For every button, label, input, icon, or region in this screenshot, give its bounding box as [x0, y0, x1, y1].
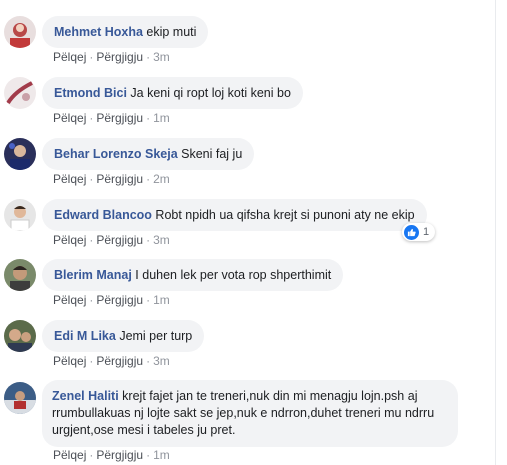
comment-timestamp[interactable]: 3m — [153, 50, 170, 64]
like-link[interactable]: Pëlqej — [53, 448, 86, 462]
comment-actions: Pëlqej · Përgjigju · 1m — [53, 448, 170, 462]
reply-link[interactable]: Përgjigju — [96, 50, 143, 64]
comment-actions: Pëlqej · Përgjigju · 3m — [53, 354, 170, 368]
comment-text: ekip muti — [146, 25, 197, 39]
like-link[interactable]: Pëlqej — [53, 50, 86, 64]
comment-author[interactable]: Zenel Haliti — [52, 389, 119, 403]
like-link[interactable]: Pëlqej — [53, 293, 86, 307]
comment-author[interactable]: Etmond Bici — [54, 86, 127, 100]
comment-bubble: Blerim Manaj I duhen lek per vota rop sh… — [42, 259, 344, 291]
scrollbar[interactable] — [495, 0, 507, 465]
separator: · — [146, 233, 151, 247]
avatar[interactable] — [4, 382, 36, 414]
thumbs-up-icon — [404, 224, 419, 240]
reply-link[interactable]: Përgjigju — [96, 233, 143, 247]
comment-author[interactable]: Blerim Manaj — [54, 268, 132, 282]
comment-bubble: Etmond Bici Ja keni qi ropt loj koti ken… — [42, 77, 303, 109]
comment-actions: Pëlqej · Përgjigju · 3m — [53, 233, 170, 247]
comment-actions: Pëlqej · Përgjigju · 1m — [53, 111, 170, 125]
comment-text: Ja keni qi ropt loj koti keni bo — [130, 86, 291, 100]
avatar[interactable] — [4, 320, 36, 352]
like-link[interactable]: Pëlqej — [53, 172, 86, 186]
comment-bubble: Edi M Lika Jemi per turp — [42, 320, 205, 352]
separator: · — [89, 111, 94, 125]
comment-timestamp[interactable]: 3m — [153, 233, 170, 247]
separator: · — [89, 448, 94, 462]
separator: · — [146, 50, 151, 64]
separator: · — [89, 293, 94, 307]
separator: · — [146, 448, 151, 462]
comment-text: I duhen lek per vota rop shperthimit — [135, 268, 332, 282]
reply-link[interactable]: Përgjigju — [96, 111, 143, 125]
comment-timestamp[interactable]: 2m — [153, 172, 170, 186]
comment-actions: Pëlqej · Përgjigju · 3m — [53, 50, 170, 64]
like-link[interactable]: Pëlqej — [53, 354, 86, 368]
avatar[interactable] — [4, 138, 36, 170]
reply-link[interactable]: Përgjigju — [96, 172, 143, 186]
scrollbar-thumb[interactable] — [499, 0, 505, 465]
comment-actions: Pëlqej · Përgjigju · 2m — [53, 172, 170, 186]
separator: · — [146, 172, 151, 186]
comment-author[interactable]: Behar Lorenzo Skeja — [54, 147, 178, 161]
comment-actions: Pëlqej · Përgjigju · 1m — [53, 293, 170, 307]
comment-timestamp[interactable]: 1m — [153, 293, 170, 307]
comment-author[interactable]: Mehmet Hoxha — [54, 25, 143, 39]
reaction-number: 1 — [423, 226, 430, 238]
avatar[interactable] — [4, 199, 36, 231]
reaction-count[interactable]: 1 — [402, 223, 436, 241]
separator: · — [89, 50, 94, 64]
comment-timestamp[interactable]: 3m — [153, 354, 170, 368]
separator: · — [89, 233, 94, 247]
comment-text: Skeni faj ju — [181, 147, 243, 161]
reply-link[interactable]: Përgjigju — [96, 293, 143, 307]
comment-bubble: Zenel Haliti krejt fajet jan te treneri,… — [42, 380, 458, 447]
comment-bubble: Edward Blancoo Robt npidh ua qifsha krej… — [42, 199, 427, 231]
comment-author[interactable]: Edi M Lika — [54, 329, 116, 343]
comment-author[interactable]: Edward Blancoo — [54, 208, 152, 222]
reply-link[interactable]: Përgjigju — [96, 448, 143, 462]
separator: · — [146, 293, 151, 307]
comment-bubble: Mehmet Hoxha ekip muti — [42, 16, 209, 48]
like-link[interactable]: Pëlqej — [53, 111, 86, 125]
comment-timestamp[interactable]: 1m — [153, 111, 170, 125]
separator: · — [146, 354, 151, 368]
comment-timestamp[interactable]: 1m — [153, 448, 170, 462]
reply-link[interactable]: Përgjigju — [96, 354, 143, 368]
comment-bubble: Behar Lorenzo Skeja Skeni faj ju — [42, 138, 255, 170]
separator: · — [146, 111, 151, 125]
avatar[interactable] — [4, 77, 36, 109]
avatar[interactable] — [4, 16, 36, 48]
separator: · — [89, 354, 94, 368]
separator: · — [89, 172, 94, 186]
like-link[interactable]: Pëlqej — [53, 233, 86, 247]
comment-text: Robt npidh ua qifsha krejt si punoni aty… — [155, 208, 415, 222]
comment-thread: Mehmet Hoxha ekip muti Pëlqej · Përgjigju ·… — [0, 0, 495, 465]
avatar[interactable] — [4, 259, 36, 291]
comment-text: Jemi per turp — [119, 329, 193, 343]
